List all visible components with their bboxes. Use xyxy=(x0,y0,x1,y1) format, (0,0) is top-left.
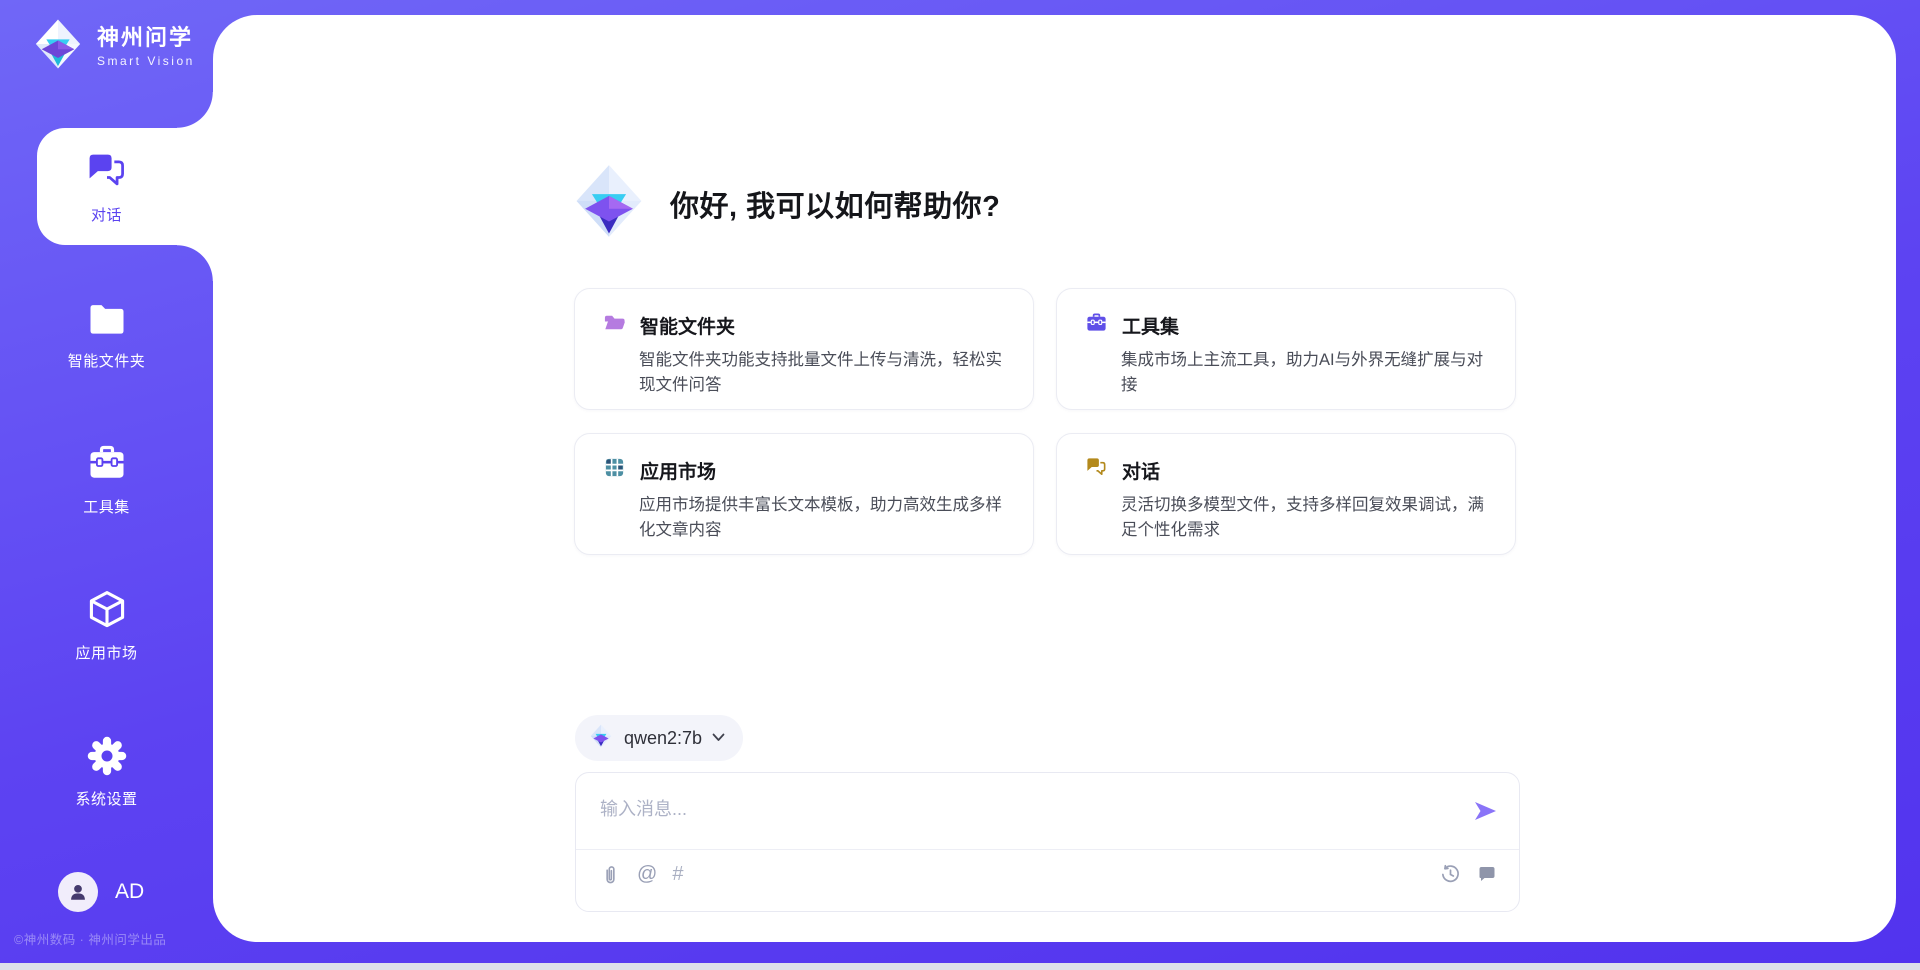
sidebar-item-chat[interactable]: 对话 xyxy=(0,128,213,245)
brand-diamond-icon xyxy=(30,16,86,77)
card-title: 智能文件夹 xyxy=(640,312,735,339)
folder-icon xyxy=(84,295,130,341)
avatar[interactable] xyxy=(58,872,98,912)
person-icon xyxy=(67,881,89,903)
mention-icon[interactable]: @ xyxy=(637,864,657,884)
gear-icon xyxy=(84,733,130,779)
user-account-block[interactable]: AD xyxy=(58,872,144,912)
hash-icon[interactable]: # xyxy=(672,864,683,884)
card-description: 灵活切换多模型文件，支持多样回复效果调试，满足个性化需求 xyxy=(1121,493,1487,543)
main-panel: 你好, 我可以如何帮助你? 智能文件夹 智能文件夹功能支持批量文件上传与清洗，轻… xyxy=(213,15,1896,942)
composer-divider xyxy=(576,849,1519,850)
sidebar-nav: 对话 智能文件夹 xyxy=(0,128,213,858)
folder-open-icon xyxy=(603,311,626,339)
app-shell: 神州问学 Smart Vision 对话 xyxy=(0,0,1920,963)
greeting-block: 你好, 我可以如何帮助你? xyxy=(568,160,1000,247)
sidebar-item-toolset[interactable]: 工具集 xyxy=(0,420,213,537)
sidebar-item-label: 系统设置 xyxy=(75,788,137,809)
card-title: 工具集 xyxy=(1122,312,1179,339)
card-toolset[interactable]: 工具集 集成市场上主流工具，助力AI与外界无缝扩展与对接 xyxy=(1056,288,1516,410)
model-selector[interactable]: qwen2:7b xyxy=(575,715,743,761)
briefcase-icon xyxy=(1085,311,1108,339)
card-chat[interactable]: 对话 灵活切换多模型文件，支持多样回复效果调试，满足个性化需求 xyxy=(1056,433,1516,555)
user-initials: AD xyxy=(115,880,144,904)
copyright-footer: ©神州数码 · 神州问学出品 xyxy=(14,929,214,948)
sidebar-item-label: 智能文件夹 xyxy=(68,350,146,371)
history-icon[interactable] xyxy=(1438,862,1462,886)
brand-name: 神州问学 xyxy=(97,25,195,50)
composer-tools-left: @ # xyxy=(598,862,683,886)
grid-icon xyxy=(603,456,626,484)
paperclip-icon[interactable] xyxy=(598,862,622,886)
message-bubble-icon[interactable] xyxy=(1475,862,1499,886)
sidebar-item-app-market[interactable]: 应用市场 xyxy=(0,566,213,683)
sidebar-item-label: 应用市场 xyxy=(75,642,137,663)
model-diamond-icon xyxy=(588,723,614,754)
composer-tools-right xyxy=(1438,862,1499,886)
cube-icon xyxy=(84,587,130,633)
card-description: 智能文件夹功能支持批量文件上传与清洗，轻松实现文件问答 xyxy=(639,348,1005,398)
card-title: 对话 xyxy=(1122,457,1160,484)
chevron-down-icon xyxy=(712,729,725,747)
toolbox-icon xyxy=(84,441,130,487)
brand-logo-block: 神州问学 Smart Vision xyxy=(30,16,195,77)
sidebar-item-smart-folder[interactable]: 智能文件夹 xyxy=(0,274,213,391)
brand-subtitle: Smart Vision xyxy=(97,54,195,68)
sidebar-item-settings[interactable]: 系统设置 xyxy=(0,712,213,829)
model-name: qwen2:7b xyxy=(624,728,702,749)
greeting-text: 你好, 我可以如何帮助你? xyxy=(670,183,1000,225)
card-description: 集成市场上主流工具，助力AI与外界无缝扩展与对接 xyxy=(1121,348,1487,398)
card-title: 应用市场 xyxy=(640,457,716,484)
message-composer: @ # xyxy=(575,772,1520,912)
send-icon[interactable] xyxy=(1471,797,1499,825)
chat-icon xyxy=(1085,456,1108,484)
sidebar: 神州问学 Smart Vision 对话 xyxy=(0,0,213,963)
feature-cards-grid: 智能文件夹 智能文件夹功能支持批量文件上传与清洗，轻松实现文件问答 xyxy=(574,288,1516,555)
message-input[interactable] xyxy=(600,789,1440,829)
card-app-market[interactable]: 应用市场 应用市场提供丰富长文本模板，助力高效生成多样化文章内容 xyxy=(574,433,1034,555)
card-description: 应用市场提供丰富长文本模板，助力高效生成多样化文章内容 xyxy=(639,493,1005,543)
sidebar-item-label: 对话 xyxy=(91,204,122,225)
assistant-diamond-icon xyxy=(568,160,650,247)
card-smart-folder[interactable]: 智能文件夹 智能文件夹功能支持批量文件上传与清洗，轻松实现文件问答 xyxy=(574,288,1034,410)
sidebar-item-label: 工具集 xyxy=(83,496,130,517)
chat-bubbles-icon xyxy=(84,149,130,195)
